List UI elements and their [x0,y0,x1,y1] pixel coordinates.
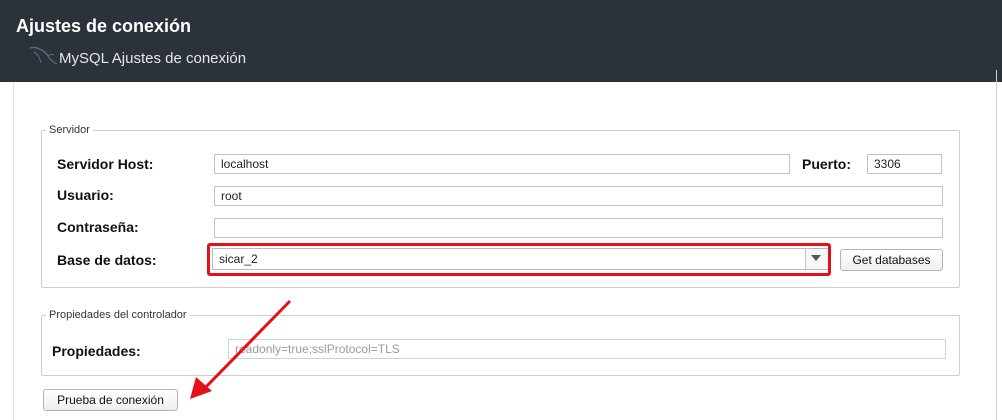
host-label: Servidor Host: [57,156,154,172]
annotation-arrow-icon [190,299,292,399]
user-input[interactable]: root [214,186,943,206]
dialog-subtitle: MySQL Ajustes de conexión [59,50,247,67]
test-connection-button[interactable]: Prueba de conexión [43,389,178,411]
password-label: Contraseña: [57,219,139,235]
port-input[interactable]: 3306 [867,154,942,174]
left-border [13,82,14,420]
database-highlight-box [207,243,831,276]
driver-group-legend: Propiedades del controlador [49,309,187,321]
port-label: Puerto: [802,156,851,172]
server-group-legend: Servidor [49,124,90,136]
user-label: Usuario: [57,187,114,203]
password-input[interactable] [214,218,943,238]
properties-input[interactable]: readonly=true;sslProtocol=TLS [228,339,946,359]
database-label: Base de datos: [57,252,157,268]
get-databases-button[interactable]: Get databases [840,249,943,271]
dialog-title: Ajustes de conexión [16,16,192,36]
host-input[interactable]: localhost [214,154,790,174]
mysql-dolphin-icon [29,46,58,65]
properties-label: Propiedades: [52,343,141,359]
right-border [996,70,997,420]
dialog-header: Ajustes de conexión MySQL Ajustes de con… [0,0,1002,82]
